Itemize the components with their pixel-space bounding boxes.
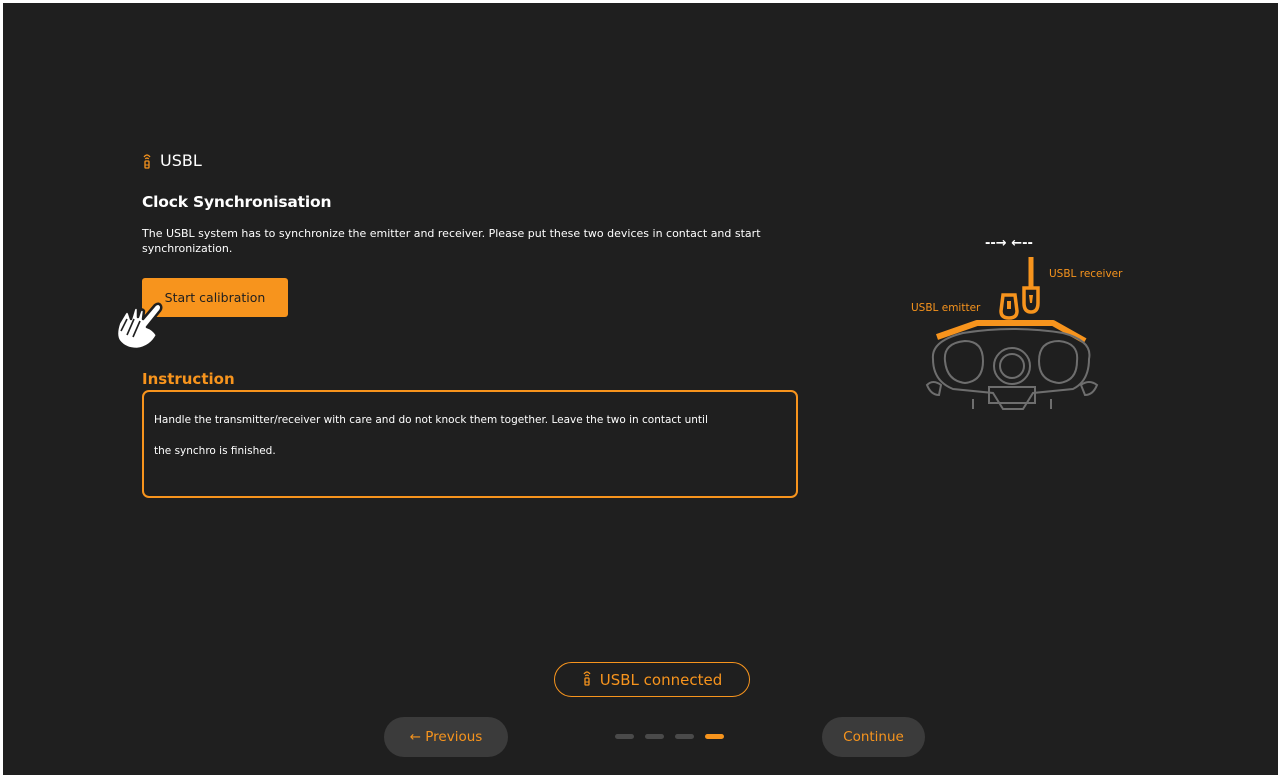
- step-dot-3: [675, 734, 694, 739]
- usbl-receiver-label: USBL receiver: [1049, 268, 1123, 280]
- calibration-description: The USBL system has to synchronize the e…: [142, 227, 761, 255]
- tap-hand-icon: [115, 302, 163, 351]
- previous-button[interactable]: ← Previous: [384, 717, 508, 757]
- step-dot-2: [645, 734, 664, 739]
- usbl-setup-screen: USBL Clock Synchronisation The USBL syst…: [3, 3, 1278, 775]
- section-header: USBL: [142, 151, 202, 170]
- step-dot-1: [615, 734, 634, 739]
- instruction-box: Handle the transmitter/receiver with car…: [142, 390, 798, 498]
- contact-arrows: --→ ←--: [985, 236, 1033, 251]
- section-title: USBL: [160, 151, 202, 170]
- usbl-device-diagram: --→ ←-- USBL receiver USBL emitter: [911, 236, 1123, 410]
- page-title: Clock Synchronisation: [142, 193, 332, 211]
- usbl-emitter-label: USBL emitter: [911, 302, 981, 314]
- instruction-label: Instruction: [142, 370, 235, 388]
- step-dot-4-active: [705, 734, 724, 739]
- usbl-beacon-icon: [582, 670, 592, 690]
- usbl-status-label: USBL connected: [599, 670, 723, 689]
- step-indicator: [615, 734, 724, 739]
- usbl-beacon-icon: [142, 153, 152, 169]
- usbl-status-badge: USBL connected: [554, 662, 750, 697]
- continue-button[interactable]: Continue: [822, 717, 925, 757]
